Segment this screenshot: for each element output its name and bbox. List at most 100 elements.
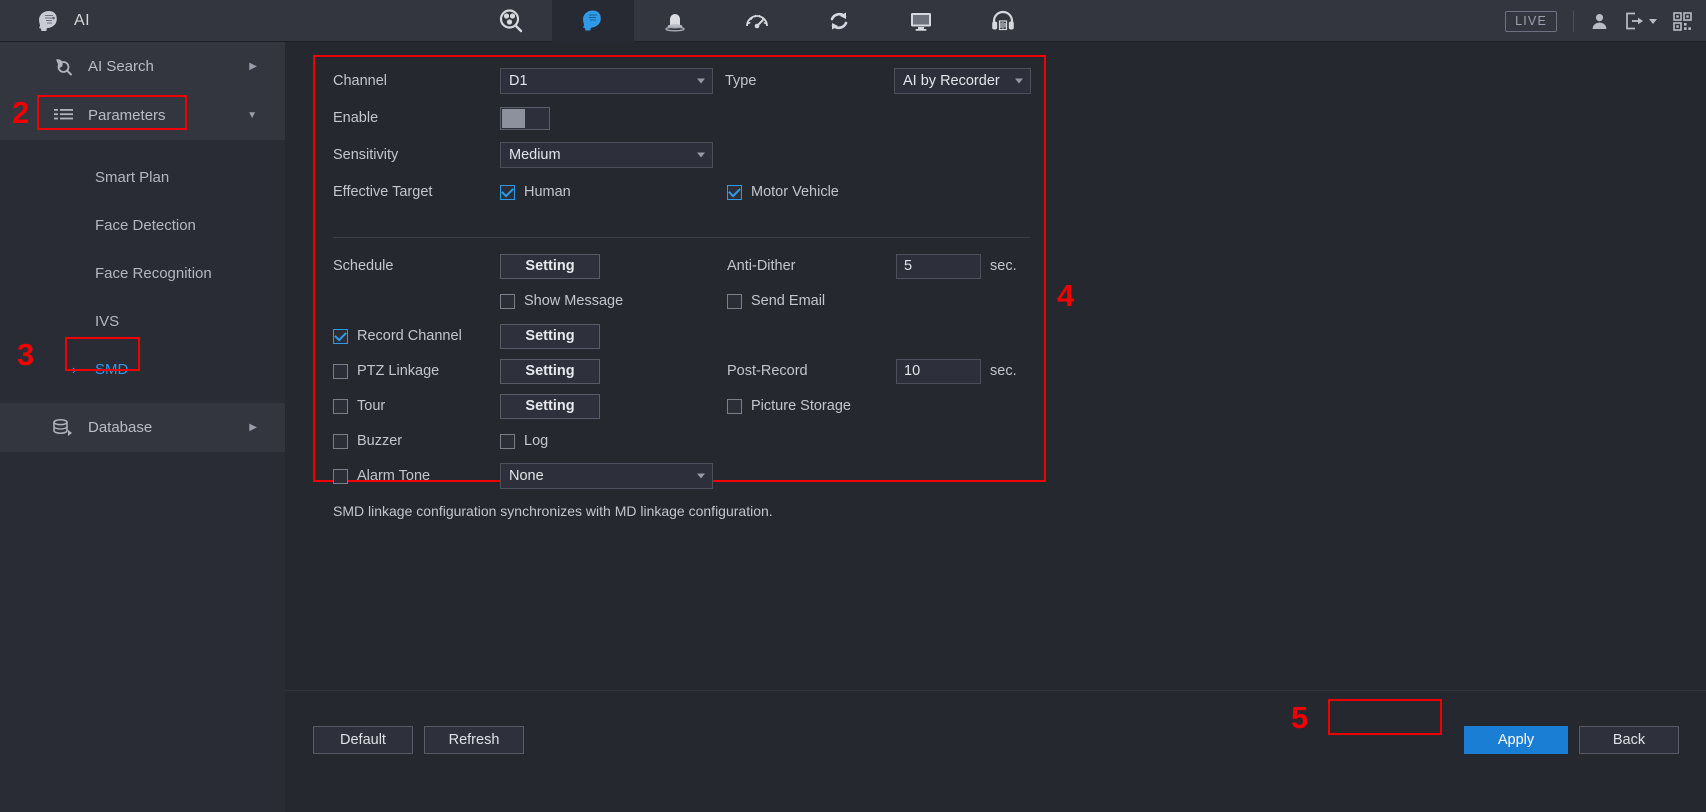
record-channel-checkbox-group[interactable]: Record Channel <box>315 328 500 344</box>
picture-storage-label: Picture Storage <box>751 398 851 414</box>
chevron-down-icon <box>1015 79 1023 84</box>
show-message-checkbox[interactable] <box>500 294 515 309</box>
enable-toggle[interactable] <box>500 107 550 130</box>
ai-search-nav[interactable] <box>470 0 552 42</box>
channel-select[interactable]: D1 <box>500 68 713 94</box>
nav-icon-group <box>470 0 1044 42</box>
picture-storage-checkbox-group[interactable]: Picture Storage <box>715 398 851 414</box>
alarm-tone-label: Alarm Tone <box>357 468 430 484</box>
ptz-linkage-checkbox[interactable] <box>333 364 348 379</box>
send-email-label: Send Email <box>751 293 825 309</box>
anti-dither-unit: sec. <box>990 258 1017 274</box>
chevron-down-icon: ▼ <box>247 110 257 121</box>
list-icon <box>48 108 78 123</box>
sidebar-item-database[interactable]: Database ▶ <box>0 403 285 452</box>
human-checkbox[interactable] <box>500 185 515 200</box>
sidebar-item-face-detection[interactable]: Face Detection <box>0 201 285 249</box>
buzzer-checkbox[interactable] <box>333 434 348 449</box>
pos-nav[interactable] <box>716 0 798 42</box>
sidebar-item-smart-plan[interactable]: Smart Plan <box>0 153 285 201</box>
ai-head-icon <box>36 9 62 33</box>
buzzer-checkbox-group[interactable]: Buzzer <box>315 433 500 449</box>
ai-head-icon <box>579 8 607 34</box>
enable-label: Enable <box>315 110 500 126</box>
sidebar-label: Smart Plan <box>95 169 169 186</box>
human-checkbox-group[interactable]: Human <box>500 184 715 200</box>
motor-vehicle-checkbox[interactable] <box>727 185 742 200</box>
sidebar-item-smd[interactable]: › SMD <box>0 345 285 393</box>
audio-nav[interactable] <box>962 0 1044 42</box>
alarm-tone-select[interactable]: None <box>500 463 713 489</box>
backup-nav[interactable] <box>798 0 880 42</box>
anti-dither-label: Anti-Dither <box>715 258 896 274</box>
user-icon[interactable] <box>1590 12 1609 31</box>
chevron-down-icon <box>697 79 705 84</box>
headphones-icon <box>989 8 1017 34</box>
logout-control[interactable] <box>1625 12 1657 30</box>
post-record-input[interactable]: 10 <box>896 359 981 384</box>
alarm-tone-checkbox[interactable] <box>333 469 348 484</box>
top-navigation-bar: AI <box>0 0 1706 42</box>
default-button[interactable]: Default <box>313 726 413 754</box>
smd-form: Channel D1 Type AI by Recorder Enable <box>315 57 1048 519</box>
record-channel-checkbox[interactable] <box>333 329 348 344</box>
alarm-tone-checkbox-group[interactable]: Alarm Tone <box>315 468 500 484</box>
log-checkbox-group[interactable]: Log <box>500 433 715 449</box>
alarm-nav[interactable] <box>634 0 716 42</box>
sidebar-item-parameters[interactable]: Parameters ▼ <box>0 91 285 140</box>
sidebar-label: Face Recognition <box>95 265 212 282</box>
footer-left-buttons: Default Refresh <box>313 726 524 754</box>
database-icon <box>48 419 78 437</box>
sidebar-item-face-recognition[interactable]: Face Recognition <box>0 249 285 297</box>
sensitivity-select[interactable]: Medium <box>500 142 713 168</box>
footer-bar: Default Refresh Apply Back <box>285 690 1706 812</box>
live-badge[interactable]: LIVE <box>1505 11 1557 32</box>
tour-checkbox-group[interactable]: Tour <box>315 398 500 414</box>
back-button[interactable]: Back <box>1579 726 1679 754</box>
callout-2: 2 <box>12 95 29 131</box>
tour-checkbox[interactable] <box>333 399 348 414</box>
tour-setting-button[interactable]: Setting <box>500 394 600 419</box>
callout-4: 4 <box>1057 278 1074 314</box>
chevron-right-icon: ▶ <box>249 61 257 72</box>
monitor-icon <box>907 8 935 34</box>
schedule-label: Schedule <box>315 258 500 274</box>
send-email-checkbox[interactable] <box>727 294 742 309</box>
sensitivity-label: Sensitivity <box>315 147 500 163</box>
display-nav[interactable] <box>880 0 962 42</box>
qr-code-icon[interactable] <box>1673 12 1692 31</box>
post-record-unit: sec. <box>990 363 1017 379</box>
ptz-linkage-checkbox-group[interactable]: PTZ Linkage <box>315 363 500 379</box>
anti-dither-input[interactable]: 5 <box>896 254 981 279</box>
send-email-checkbox-group[interactable]: Send Email <box>715 293 825 309</box>
show-message-checkbox-group[interactable]: Show Message <box>500 293 715 309</box>
sidebar-label: SMD <box>95 361 128 378</box>
effective-target-label: Effective Target <box>315 184 500 200</box>
record-channel-setting-button[interactable]: Setting <box>500 324 600 349</box>
footer-right-buttons: Apply Back <box>1464 726 1679 754</box>
ptz-linkage-setting-button[interactable]: Setting <box>500 359 600 384</box>
sensitivity-value: Medium <box>509 147 561 163</box>
show-message-label: Show Message <box>524 293 623 309</box>
motor-vehicle-checkbox-group[interactable]: Motor Vehicle <box>715 184 839 200</box>
ptz-linkage-label: PTZ Linkage <box>357 363 439 379</box>
refresh-icon <box>825 8 853 34</box>
apply-button[interactable]: Apply <box>1464 726 1568 754</box>
chevron-right-icon: ▶ <box>249 422 257 433</box>
sidebar-item-ai-search[interactable]: AI Search ▶ <box>0 42 285 91</box>
post-record-label: Post-Record <box>715 363 896 379</box>
sidebar-label: AI Search <box>88 58 154 75</box>
ai-nav[interactable] <box>552 0 634 42</box>
refresh-button[interactable]: Refresh <box>424 726 524 754</box>
sidebar-item-ivs[interactable]: IVS <box>0 297 285 345</box>
callout-3: 3 <box>17 337 34 373</box>
section-divider <box>333 237 1030 238</box>
log-checkbox[interactable] <box>500 434 515 449</box>
picture-storage-checkbox[interactable] <box>727 399 742 414</box>
schedule-setting-button[interactable]: Setting <box>500 254 600 279</box>
divider <box>1573 10 1574 32</box>
sidebar-label: Database <box>88 419 152 436</box>
type-select[interactable]: AI by Recorder <box>894 68 1031 94</box>
callout-5: 5 <box>1291 700 1308 736</box>
toggle-knob <box>502 109 525 128</box>
